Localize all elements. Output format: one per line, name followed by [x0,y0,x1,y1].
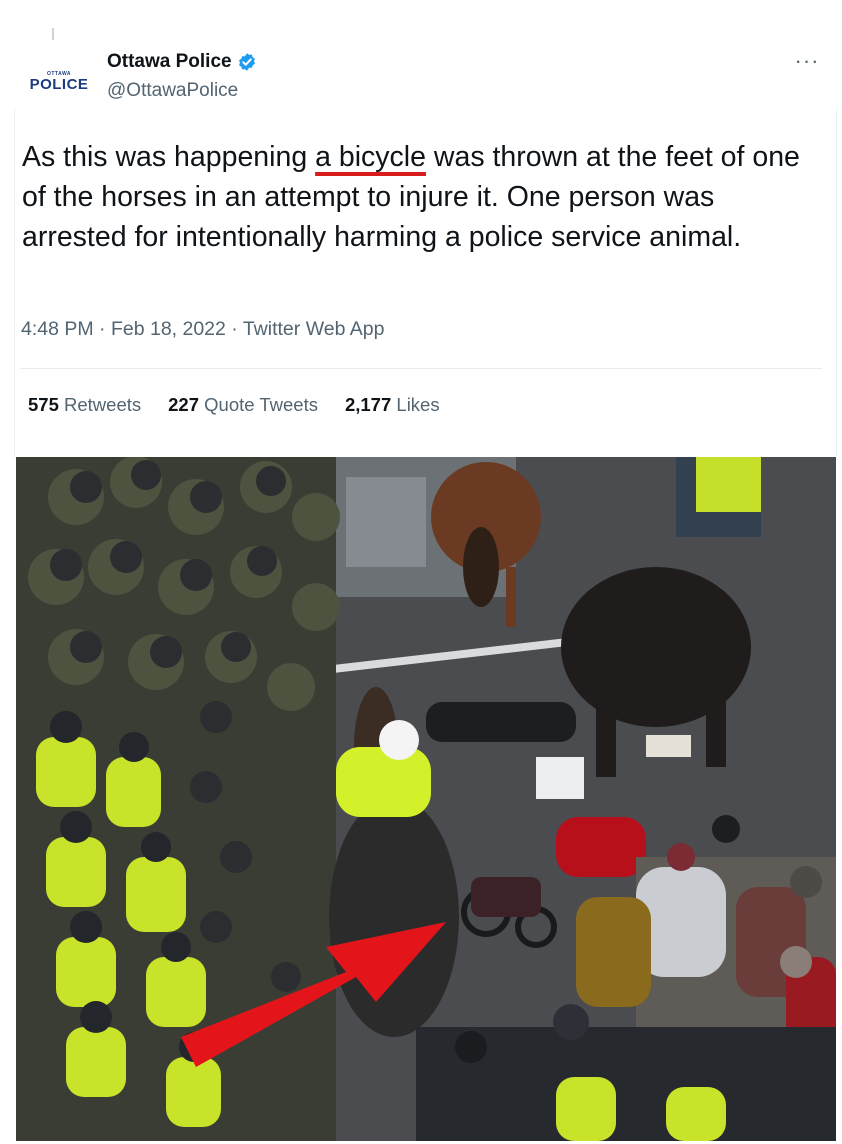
photo-protest-police-horses [16,457,836,1141]
card-border-left [14,108,15,458]
quote-tweets-stat[interactable]: 227 Quote Tweets [168,394,318,416]
avatar-logo-text: POLICE [29,76,89,93]
user-handle[interactable]: @OttawaPolice [107,80,238,102]
tweet-text-highlight: a bicycle [315,141,426,173]
divider-mark [52,28,54,40]
retweets-label: Retweets [64,394,142,415]
retweets-stat[interactable]: 575 Retweets [28,394,141,416]
tweet-stats: 575 Retweets 227 Quote Tweets 2,177 Like… [28,394,467,416]
tweet-header: OTTAWA POLICE Ottawa Police @OttawaPolic… [18,48,828,108]
quote-tweets-count: 227 [168,394,200,415]
avatar[interactable]: OTTAWA POLICE [24,64,94,100]
card-border-right [836,108,837,458]
tweet-timestamp[interactable]: 4:48 PM · Feb 18, 2022 · Twitter Web App [21,318,384,341]
display-name-row[interactable]: Ottawa Police [107,51,257,73]
display-name[interactable]: Ottawa Police [107,51,232,73]
verified-badge-icon [237,52,257,72]
tweet-text-before: As this was happening [22,141,316,173]
more-options-icon[interactable]: ··· [792,50,822,80]
retweets-count: 575 [28,394,59,415]
divider-top [20,368,822,369]
likes-stat[interactable]: 2,177 Likes [345,394,440,416]
likes-label: Likes [396,394,440,415]
tweet-text: As this was happening a bicycle was thro… [22,137,822,257]
tweet-photo[interactable] [16,457,836,1141]
tweet-card: OTTAWA POLICE Ottawa Police @OttawaPolic… [0,0,842,1144]
quote-tweets-label: Quote Tweets [204,394,318,415]
likes-count: 2,177 [344,394,392,415]
